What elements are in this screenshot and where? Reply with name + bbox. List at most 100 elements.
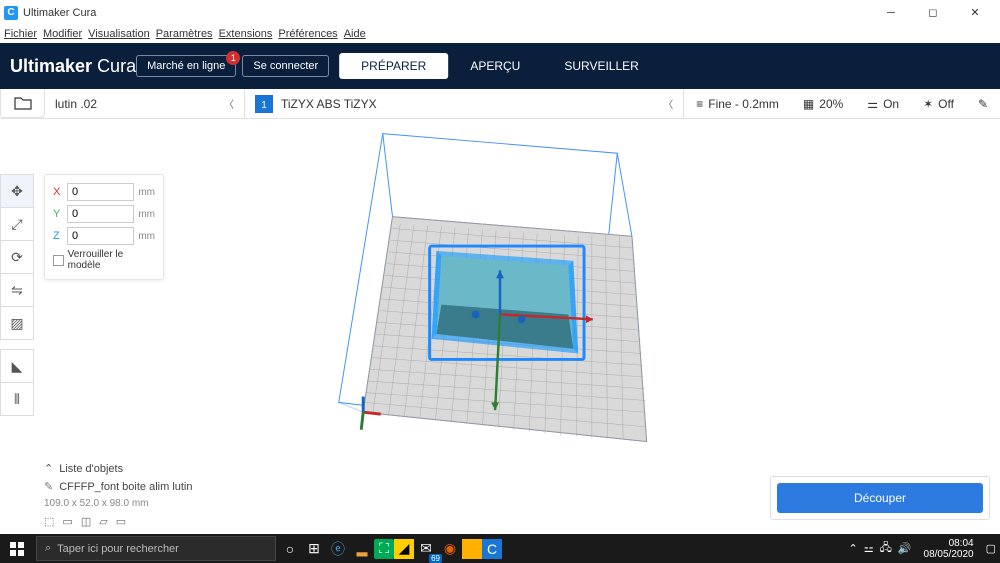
support-setting[interactable]: ⚌ On xyxy=(855,97,911,111)
pencil-icon: ✎ xyxy=(978,97,988,111)
mail-icon[interactable]: ✉69 xyxy=(414,537,438,561)
marketplace-badge: 1 xyxy=(226,51,240,65)
volume-icon[interactable]: 🔊 xyxy=(898,542,912,555)
windows-taskbar: ⌕ Taper ici pour rechercher ○ ⊞ ⓔ ▂ ⛶ ◢ … xyxy=(0,534,1000,563)
wifi-icon[interactable]: ⚍ xyxy=(864,542,874,555)
chevron-up-icon: ⌃ xyxy=(44,462,53,475)
window-titlebar: C Ultimaker Cura ─ ◻ ✕ xyxy=(0,0,1000,25)
menu-preferences[interactable]: Préférences xyxy=(278,28,337,40)
axis-y-label: Y xyxy=(53,208,63,220)
edge-icon[interactable]: ⓔ xyxy=(326,537,350,561)
infill-setting[interactable]: ▦ 20% xyxy=(791,97,855,111)
object-dimensions: 109.0 x 52.0 x 98.0 mm xyxy=(44,498,193,509)
filename-dropdown[interactable]: lutin .02 〈 xyxy=(45,89,245,118)
tab-prepare[interactable]: PRÉPARER xyxy=(339,53,448,79)
notifications-icon[interactable]: ▢ xyxy=(986,542,996,555)
marketplace-button[interactable]: Marché en ligne 1 xyxy=(136,55,236,77)
mesh-icon: ▨ xyxy=(10,315,23,332)
cortana-icon[interactable]: ○ xyxy=(278,537,302,561)
object-list: ⌃Liste d'objets ✎CFFFP_font boite alim l… xyxy=(44,462,193,528)
menu-file[interactable]: Fichier xyxy=(4,28,37,40)
chevron-left-icon: 〈 xyxy=(663,96,673,111)
object-name: CFFFP_font boite alim lutin xyxy=(59,481,192,493)
network-icon[interactable]: 🖧 xyxy=(880,539,892,558)
mirror-icon: ⇋ xyxy=(11,282,23,299)
menu-settings[interactable]: Paramètres xyxy=(156,28,213,40)
tool-mirror[interactable]: ⇋ xyxy=(0,273,34,307)
tray-chevron-icon[interactable]: ⌃ xyxy=(848,542,857,555)
infill-label: 20% xyxy=(819,97,843,111)
tool-mesh[interactable]: ▨ xyxy=(0,306,34,340)
menu-extensions[interactable]: Extensions xyxy=(219,28,273,40)
taskbar-search[interactable]: ⌕ Taper ici pour rechercher xyxy=(36,536,276,561)
layers-icon: ≡ xyxy=(696,97,703,111)
view-top-icon[interactable]: ◫ xyxy=(81,515,91,528)
custom-settings-button[interactable]: ✎ xyxy=(966,97,1000,111)
marketplace-label: Marché en ligne xyxy=(147,60,225,72)
tool-rotate[interactable]: ⟳ xyxy=(0,240,34,274)
app2-icon[interactable] xyxy=(462,539,482,559)
open-file-button[interactable] xyxy=(0,89,45,118)
axis-x-label: X xyxy=(53,186,63,198)
move-x-input[interactable] xyxy=(67,183,134,201)
menu-edit[interactable]: Modifier xyxy=(43,28,82,40)
lock-label: Verrouiller le modèle xyxy=(68,249,155,271)
cura-taskbar-icon[interactable]: C xyxy=(482,539,502,559)
topbar: Ultimaker Cura PRÉPARER APERÇU SURVEILLE… xyxy=(0,43,1000,89)
menu-view[interactable]: Visualisation xyxy=(88,28,150,40)
clock-time: 08:04 xyxy=(924,538,974,549)
taskview-icon[interactable]: ⊞ xyxy=(302,537,326,561)
subbar: lutin .02 〈 1 TiZYX ABS TiZYX 〈 ≡ Fine -… xyxy=(0,89,1000,119)
close-button[interactable]: ✕ xyxy=(954,0,996,25)
adhesion-label: Off xyxy=(938,97,954,111)
move-z-input[interactable] xyxy=(67,227,134,245)
infill-icon: ▦ xyxy=(803,97,814,111)
tool-support-blocker[interactable]: ◣ xyxy=(0,349,34,383)
unit-label: mm xyxy=(138,209,155,220)
adhesion-setting[interactable]: ✶ Off xyxy=(911,97,966,111)
tool-custom[interactable]: ⦀ xyxy=(0,382,34,416)
move-y-input[interactable] xyxy=(67,205,134,223)
custom-icon: ⦀ xyxy=(14,391,20,408)
signin-button[interactable]: Se connecter xyxy=(242,55,329,77)
stage-tabs: PRÉPARER APERÇU SURVEILLER xyxy=(339,53,661,79)
maximize-button[interactable]: ◻ xyxy=(912,0,954,25)
menubar: Fichier Modifier Visualisation Paramètre… xyxy=(0,25,1000,43)
explorer-icon[interactable]: ▂ xyxy=(350,537,374,561)
print-settings[interactable]: ≡ Fine - 0.2mm ▦ 20% ⚌ On ✶ Off ✎ xyxy=(684,89,1000,118)
tool-scale[interactable]: ⤢ xyxy=(0,207,34,241)
unit-label: mm xyxy=(138,231,155,242)
lock-checkbox[interactable] xyxy=(53,255,64,266)
view-right-icon[interactable]: ▭ xyxy=(116,515,126,528)
axis-z-label: Z xyxy=(53,230,63,242)
view-3d-icon[interactable]: ⬚ xyxy=(44,515,54,528)
profile-setting[interactable]: ≡ Fine - 0.2mm xyxy=(684,97,791,111)
clock-date: 08/05/2020 xyxy=(924,549,974,560)
support-icon: ⚌ xyxy=(867,97,878,111)
taskbar-clock[interactable]: 08:04 08/05/2020 xyxy=(918,538,980,560)
app-logo-icon: C xyxy=(4,6,18,20)
extruder-icon: 1 xyxy=(255,95,273,113)
view-left-icon[interactable]: ▱ xyxy=(99,515,107,528)
object-list-header[interactable]: ⌃Liste d'objets xyxy=(44,462,193,475)
object-list-item[interactable]: ✎CFFFP_font boite alim lutin xyxy=(44,480,193,493)
brand-light: Cura xyxy=(97,56,136,76)
material-dropdown[interactable]: 1 TiZYX ABS TiZYX 〈 xyxy=(245,89,684,118)
viewport-3d[interactable]: ✥ ⤢ ⟳ ⇋ ▨ ◣ ⦀ Xmm Ymm Zmm Verrouiller le… xyxy=(0,119,1000,534)
slice-panel: Découper xyxy=(770,476,990,520)
tab-monitor[interactable]: SURVEILLER xyxy=(542,53,660,79)
tool-move[interactable]: ✥ xyxy=(0,174,34,208)
app-icon[interactable]: ◢ xyxy=(394,539,414,559)
search-icon: ⌕ xyxy=(45,542,51,555)
slice-button[interactable]: Découper xyxy=(777,483,983,513)
material-label: TiZYX ABS TiZYX xyxy=(281,97,377,111)
view-front-icon[interactable]: ▭ xyxy=(62,515,72,528)
support-label: On xyxy=(883,97,899,111)
unit-label: mm xyxy=(138,187,155,198)
tab-preview[interactable]: APERÇU xyxy=(448,53,542,79)
store-icon[interactable]: ⛶ xyxy=(374,539,394,559)
svg-text:1: 1 xyxy=(261,100,267,111)
menu-help[interactable]: Aide xyxy=(344,28,366,40)
start-button[interactable] xyxy=(0,534,34,563)
minimize-button[interactable]: ─ xyxy=(870,0,912,25)
